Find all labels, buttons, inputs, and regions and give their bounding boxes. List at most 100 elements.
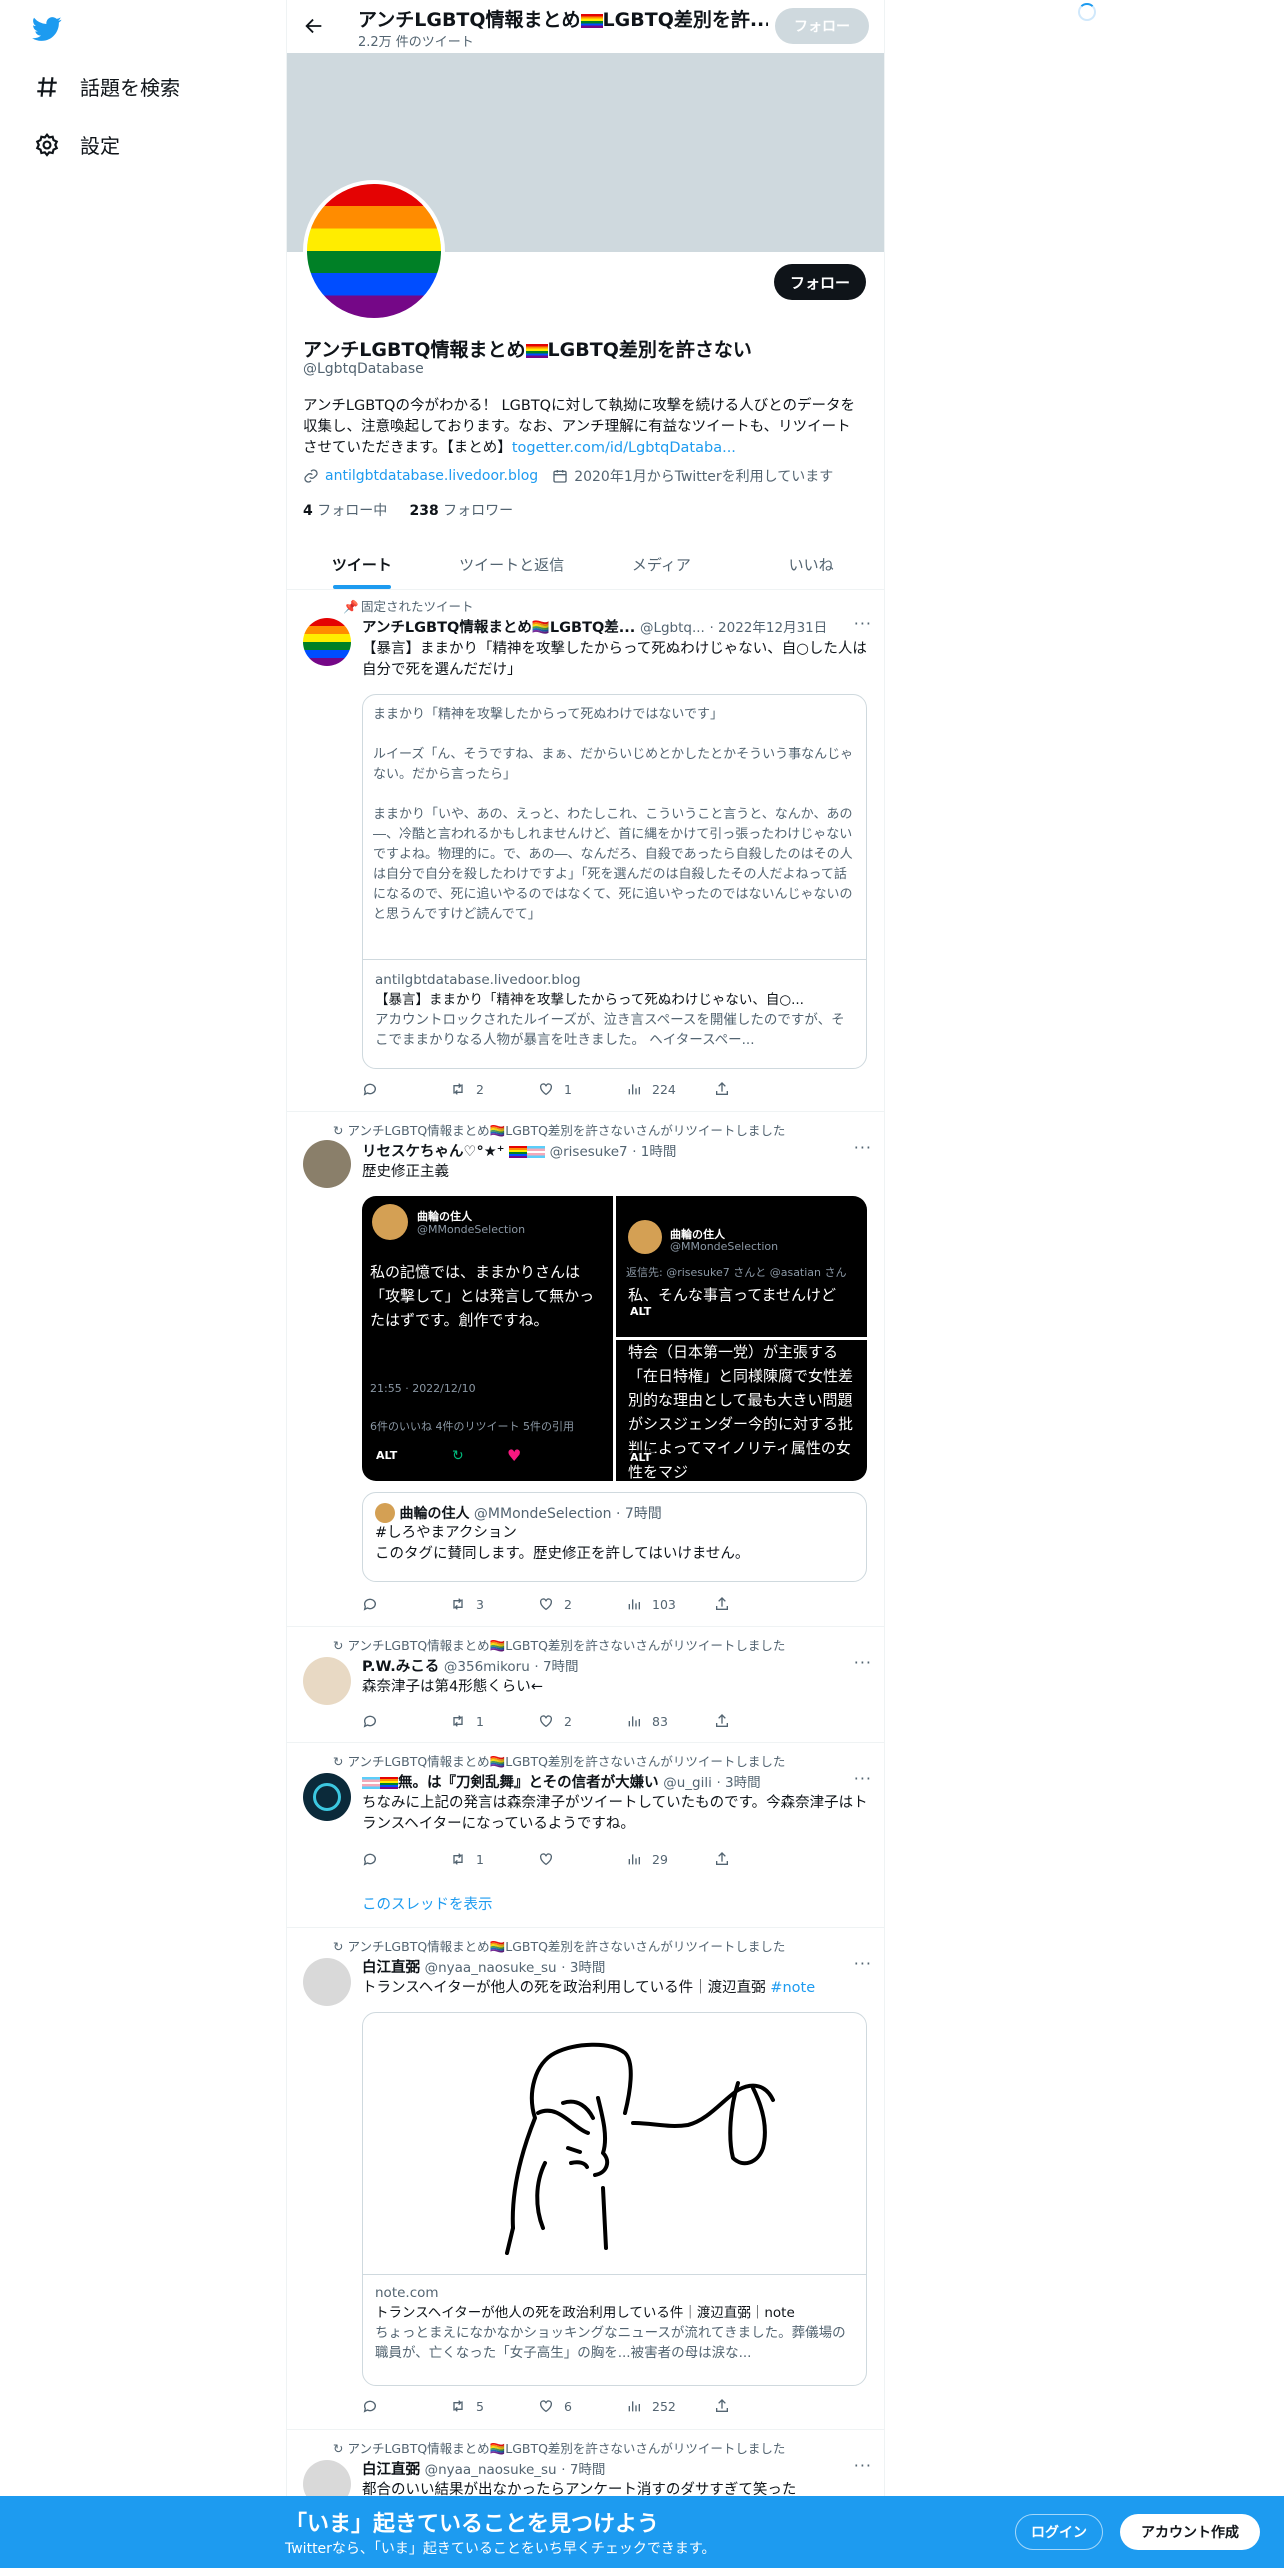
signup-banner: 「いま」起きていることを見つけよう Twitterなら、「いま」起きていることを… [0, 2496, 1284, 2568]
retweet-count: 1 [476, 1851, 484, 1867]
views-button[interactable]: 252 [626, 2398, 714, 2414]
avatar[interactable] [303, 1958, 351, 2006]
reply-button[interactable] [362, 1851, 450, 1867]
retweet-icon: ↻ [333, 2441, 344, 2456]
tweet[interactable]: ↻ アンチLGBTQ情報まとめ🏳️‍🌈LGBTQ差別を許さないさんがリツイートし… [287, 1928, 884, 2430]
like-button[interactable]: 2 [538, 1713, 626, 1729]
profile-avatar[interactable] [303, 180, 445, 322]
tab-likes[interactable]: いいね [736, 540, 884, 589]
views-button[interactable]: 224 [626, 1081, 714, 1097]
views-button[interactable]: 83 [626, 1713, 714, 1729]
retweet-button[interactable]: 5 [450, 2398, 538, 2414]
rainbow-flag-icon [380, 1777, 398, 1789]
alt-badge[interactable]: ALT [626, 1450, 656, 1465]
avatar[interactable] [303, 618, 351, 666]
like-button[interactable]: 6 [538, 2398, 626, 2414]
tweet-time[interactable]: · 7時間 [534, 1659, 578, 1675]
profile-bio: アンチLGBTQの今がわかる！ LGBTQに対して執拗に攻撃を続ける人びとのデー… [303, 396, 863, 459]
show-thread-link[interactable]: このスレッドを表示 [362, 1893, 493, 1914]
share-button[interactable] [714, 1081, 802, 1097]
author-name[interactable]: 白江直弼 [362, 2462, 420, 2478]
reply-button[interactable] [362, 2398, 450, 2414]
more-icon[interactable]: ··· [854, 1954, 872, 1973]
more-icon[interactable]: ··· [854, 1653, 872, 1672]
followers-link[interactable]: 238 フォロワー [409, 503, 513, 519]
sidebar-item-explore[interactable]: 話題を検索 [34, 72, 180, 101]
more-icon[interactable]: ··· [854, 1769, 872, 1788]
like-button[interactable] [538, 1851, 626, 1867]
media-image[interactable]: 曲輪の住人 @MMondeSelection 私の記憶では、ままかりさんは「攻撃… [362, 1196, 613, 1481]
card-domain: antilgbtdatabase.livedoor.blog [375, 972, 581, 988]
author-name[interactable]: 白江直弼 [362, 1960, 420, 1976]
tweet[interactable]: ↻ アンチLGBTQ情報まとめ🏳️‍🌈LGBTQ差別を許さないさんがリツイートし… [287, 1743, 884, 1928]
tweet[interactable]: 📌 固定されたツイート アンチLGBTQ情報まとめ🏳️‍🌈LGBTQ差... @… [287, 590, 884, 1112]
tweet-time[interactable]: · 2022年12月31日 [709, 620, 827, 636]
avatar[interactable] [303, 1657, 351, 1705]
signup-button[interactable]: アカウント作成 [1120, 2514, 1260, 2550]
tweet[interactable]: ↻ アンチLGBTQ情報まとめ🏳️‍🌈LGBTQ差別を許さないさんがリツイートし… [287, 1627, 884, 1743]
tweet-header: 白江直弼 @nyaa_naosuke_su · 7時間 [362, 2458, 842, 2479]
profile-name: アンチLGBTQ情報まとめ LGBTQ差別を許さない [303, 335, 752, 362]
login-button[interactable]: ログイン [1015, 2514, 1103, 2550]
quote-line: ルイーズ「ん、そうですね、まぁ、だからいじめとかしたとかそういう事なんじゃない。… [373, 747, 854, 782]
share-button[interactable] [714, 2398, 802, 2414]
retweet-button[interactable]: 1 [450, 1851, 538, 1867]
tweet-text-wrap: トランスヘイターが他人の死を政治利用している件｜渡辺直弼 #note [362, 1978, 872, 1999]
sidebar-item-settings[interactable]: 設定 [34, 130, 120, 159]
author-name[interactable]: リセスケちゃん♡°★⁺ [362, 1144, 504, 1160]
tab-tweets-replies[interactable]: ツイートと返信 [437, 540, 587, 589]
followers-label: フォロワー [443, 503, 514, 519]
like-button[interactable]: 1 [538, 1081, 626, 1097]
context-text: アンチLGBTQ情報まとめ🏳️‍🌈LGBTQ差別を許さないさんがリツイートしまし… [347, 2441, 786, 2456]
twitter-logo-icon[interactable] [32, 14, 62, 44]
tab-tweets[interactable]: ツイート [287, 540, 437, 589]
avatar[interactable] [303, 1773, 351, 1821]
tab-media[interactable]: メディア [587, 540, 737, 589]
avatar[interactable] [303, 1140, 351, 1188]
author-name[interactable]: 無。は『刀剣乱舞』とその信者が大嫌い [398, 1775, 659, 1791]
tweet-time[interactable]: · 1時間 [632, 1144, 676, 1160]
follow-button[interactable]: フォロー [774, 264, 866, 300]
drawing-illustration [505, 2042, 775, 2255]
share-button[interactable] [714, 1596, 802, 1612]
tweet-time[interactable]: · 3時間 [716, 1775, 760, 1791]
more-icon[interactable]: ··· [854, 2456, 872, 2475]
reply-button[interactable] [362, 1713, 450, 1729]
tweet[interactable]: ↻ アンチLGBTQ情報まとめ🏳️‍🌈LGBTQ差別を許さないさんがリツイートし… [287, 1112, 884, 1627]
alt-badge[interactable]: ALT [626, 1304, 656, 1319]
media-image[interactable]: 曲輪の住人 @MMondeSelection 返信先: @risesuke7 さ… [616, 1196, 867, 1337]
link-card[interactable]: note.com トランスヘイターが他人の死を政治利用している件｜渡辺直弼｜no… [362, 2012, 867, 2386]
retweet-button[interactable]: 3 [450, 1596, 538, 1612]
reply-button[interactable] [362, 1596, 450, 1612]
more-icon[interactable]: ··· [854, 1138, 872, 1157]
hashtag-link[interactable]: #note [770, 1980, 815, 1996]
header-follow-button[interactable]: フォロー [775, 8, 869, 44]
alt-badge[interactable]: ALT [372, 1448, 402, 1463]
like-button[interactable]: 2 [538, 1596, 626, 1612]
more-icon[interactable]: ··· [854, 614, 872, 633]
views-button[interactable]: 29 [626, 1851, 714, 1867]
reply-button[interactable] [362, 1081, 450, 1097]
share-button[interactable] [714, 1851, 802, 1867]
retweet-icon: ↻ [333, 1123, 344, 1138]
retweet-count: 3 [476, 1596, 484, 1612]
retweet-button[interactable]: 1 [450, 1713, 538, 1729]
reply-icon [363, 1598, 376, 1611]
retweet-button[interactable]: 2 [450, 1081, 538, 1097]
tweet-time[interactable]: · 3時間 [561, 1960, 605, 1976]
media-image[interactable]: 特会（日本第一党）が主張する「在日特権」と同様陳腐で女性差別的な理由として最も大… [616, 1340, 867, 1481]
following-link[interactable]: 4 フォロー中 [303, 503, 387, 519]
card-description: アカウントロックされたルイーズが、泣き言スペースを開催したのですが、そこでままか… [375, 1012, 845, 1048]
views-button[interactable]: 103 [626, 1596, 714, 1612]
author-name[interactable]: アンチLGBTQ情報まとめ🏳️‍🌈LGBTQ差... [362, 620, 635, 636]
bio-link[interactable]: togetter.com/id/LgbtqDataba... [512, 440, 736, 456]
tweet-text: 歴史修正主義 [362, 1164, 449, 1180]
back-arrow-icon[interactable] [303, 15, 325, 37]
share-button[interactable] [714, 1713, 802, 1729]
tweet-time[interactable]: · 7時間 [561, 2462, 605, 2478]
profile-website[interactable]: antilgbtdatabase.livedoor.blog [325, 468, 538, 484]
trans-flag-icon [362, 1777, 380, 1789]
link-card[interactable]: ままかり「精神を攻撃したからって死ぬわけではないです」 ルイーズ「ん、そうですね… [362, 694, 867, 1069]
quoted-tweet[interactable]: 曲輪の住人 @MMondeSelection · 7時間 #しろやまアクション … [362, 1492, 867, 1582]
author-name[interactable]: P.W.みこる [362, 1659, 439, 1675]
